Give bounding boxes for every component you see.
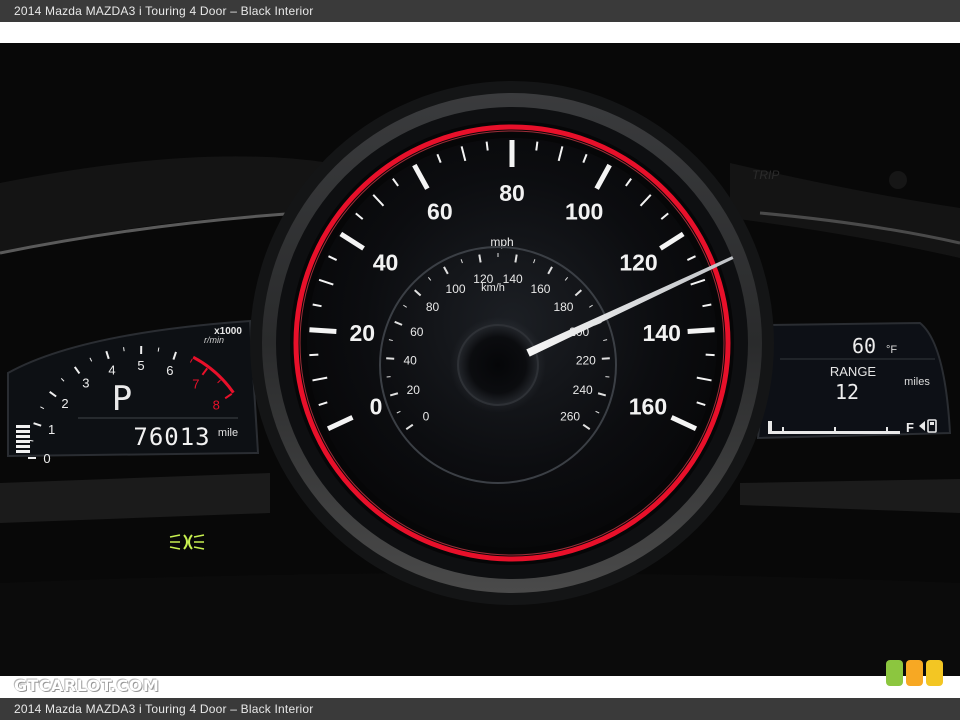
temperature-unit: °F	[886, 344, 897, 356]
range-unit: miles	[904, 376, 930, 388]
kmh-tick	[478, 254, 482, 263]
tach-label: 2	[61, 396, 68, 411]
kmh-label: 20	[407, 383, 421, 397]
badge-yellow	[926, 660, 943, 686]
kmh-unit-label: km/h	[481, 282, 505, 294]
tach-label: 5	[137, 358, 144, 373]
instrument-cluster: 01234 5 678 x1000 r/min P 76013 mile TRIP …	[0, 43, 960, 676]
mph-tick	[309, 353, 319, 357]
kmh-tick	[514, 254, 518, 263]
tach-label: 0	[43, 451, 50, 466]
mph-label: 20	[350, 320, 376, 346]
mph-tick	[705, 353, 715, 357]
kmh-label: 220	[576, 354, 596, 368]
kmh-label: 60	[410, 325, 424, 339]
tach-label: 7	[192, 377, 199, 392]
mph-tick	[535, 141, 539, 151]
badge-orange	[906, 660, 923, 686]
tach-tick	[123, 347, 125, 352]
tach-label: 6	[166, 363, 173, 378]
mph-label: 0	[370, 393, 383, 419]
kmh-label: 0	[423, 409, 430, 423]
needle-hub	[457, 324, 539, 406]
gear-indicator: P	[112, 379, 132, 419]
speedometer: 020406080100120140160 mph 02040608010012…	[250, 81, 774, 605]
kmh-label: 80	[426, 300, 440, 314]
mph-label: 40	[373, 249, 399, 275]
trip-label: TRIP	[752, 168, 779, 182]
trip-knob	[889, 171, 907, 189]
mph-label: 140	[642, 320, 680, 346]
mph-tick	[485, 141, 489, 151]
tach-unit-rmin: r/min	[204, 335, 224, 345]
kmh-label: 240	[573, 383, 593, 397]
caption-bottom: 2014 Mazda MAZDA3 i Touring 4 Door – Bla…	[0, 698, 960, 720]
odometer-unit: mile	[218, 427, 238, 439]
badge-green	[886, 660, 903, 686]
kmh-label: 40	[403, 354, 417, 368]
tach-tick	[157, 347, 160, 352]
tach-label: 1	[48, 422, 55, 437]
range-label: RANGE	[830, 364, 877, 379]
mph-label: 100	[565, 198, 603, 224]
kmh-label: 260	[560, 409, 580, 423]
mph-label: 120	[619, 249, 657, 275]
kmh-label: 180	[553, 300, 573, 314]
top-margin	[0, 22, 960, 43]
kmh-label: 140	[503, 272, 523, 286]
caption-top: 2014 Mazda MAZDA3 i Touring 4 Door – Bla…	[0, 0, 960, 22]
mph-label: 80	[499, 180, 525, 206]
dashboard-photo: 012345678 x1000 r/min P 76013 mile TRIP …	[0, 43, 960, 676]
odometer-value: 76013	[133, 423, 210, 451]
mph-tick	[309, 327, 337, 334]
range-value: 12	[835, 380, 859, 404]
tach-label: 4	[108, 362, 115, 377]
fuel-full-label: F	[906, 420, 914, 435]
kmh-label: 160	[530, 282, 550, 296]
kmh-label: 100	[446, 282, 466, 296]
tach-label: 3	[82, 375, 89, 390]
watermark-logo: GTCARLOT.COM	[14, 676, 160, 695]
mph-label: 60	[427, 198, 453, 224]
outside-temperature: 60	[852, 334, 876, 358]
tach-label: 8	[213, 398, 220, 413]
mph-tick	[687, 327, 715, 334]
mph-label: 160	[629, 393, 667, 419]
